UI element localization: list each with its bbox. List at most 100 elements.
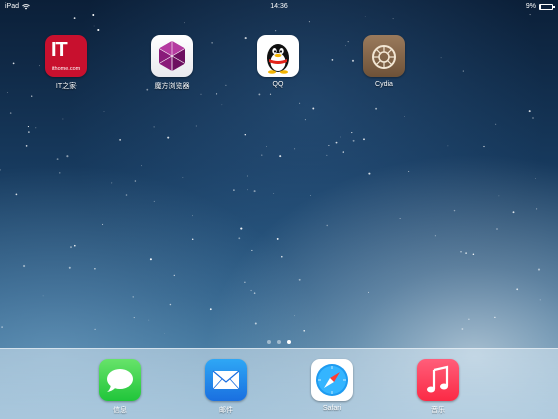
star bbox=[240, 227, 243, 230]
page-dot[interactable] bbox=[267, 340, 271, 344]
safari-icon bbox=[311, 359, 353, 401]
star bbox=[294, 148, 296, 150]
star bbox=[539, 299, 541, 301]
app-label: QQ bbox=[272, 81, 284, 88]
ithome-logo-url: ithome.com bbox=[51, 66, 81, 72]
dock-app-mail[interactable]: 邮件 bbox=[196, 359, 256, 415]
star bbox=[246, 175, 248, 177]
star bbox=[7, 92, 8, 93]
app-qq[interactable]: QQ bbox=[248, 35, 308, 88]
star bbox=[200, 93, 202, 95]
page-dot[interactable] bbox=[287, 340, 291, 344]
ithome-icon: IT ithome.com bbox=[45, 35, 87, 77]
star bbox=[472, 253, 475, 256]
star bbox=[250, 289, 252, 292]
star bbox=[42, 295, 44, 297]
star bbox=[169, 303, 172, 306]
star bbox=[92, 14, 95, 16]
qq-penguin-icon bbox=[257, 35, 299, 77]
star bbox=[125, 194, 128, 196]
star bbox=[70, 246, 72, 249]
messages-icon bbox=[99, 359, 141, 401]
star bbox=[342, 151, 344, 153]
star bbox=[153, 126, 155, 128]
star bbox=[512, 211, 515, 214]
dock-app-messages[interactable]: 信息 bbox=[90, 359, 150, 415]
star bbox=[163, 333, 165, 334]
star bbox=[102, 223, 104, 225]
star bbox=[66, 155, 69, 158]
star bbox=[308, 21, 310, 23]
app-label: 魔方浏览器 bbox=[154, 83, 190, 90]
star bbox=[279, 155, 282, 158]
star bbox=[253, 190, 256, 193]
dock-app-music[interactable]: 音乐 bbox=[408, 359, 468, 415]
star bbox=[408, 171, 410, 172]
star bbox=[303, 329, 306, 332]
ithome-logo-text: IT bbox=[51, 39, 68, 61]
star bbox=[148, 319, 150, 321]
star bbox=[404, 116, 405, 117]
status-bar: iPad 14:36 9% bbox=[0, 0, 558, 14]
star bbox=[532, 117, 534, 119]
star bbox=[73, 17, 76, 19]
app-cydia[interactable]: Cydia bbox=[354, 35, 414, 88]
star bbox=[440, 57, 442, 59]
star bbox=[233, 189, 235, 191]
app-ithome[interactable]: IT ithome.com IT之家 bbox=[36, 35, 96, 91]
app-label: Safari bbox=[322, 405, 342, 412]
star bbox=[119, 139, 121, 141]
star bbox=[294, 315, 296, 317]
app-label: 音乐 bbox=[431, 407, 445, 414]
dock-app-safari[interactable]: Safari bbox=[302, 359, 362, 412]
page-dot[interactable] bbox=[277, 340, 281, 344]
cydia-icon bbox=[363, 35, 405, 77]
star bbox=[363, 138, 365, 141]
star bbox=[340, 136, 341, 138]
star bbox=[447, 145, 449, 147]
star bbox=[261, 154, 263, 156]
star bbox=[364, 16, 366, 17]
star bbox=[173, 274, 175, 277]
star bbox=[269, 93, 272, 95]
star bbox=[312, 107, 315, 110]
clock: 14:36 bbox=[270, 3, 288, 10]
star bbox=[254, 322, 257, 325]
star bbox=[483, 145, 485, 148]
dock: 信息 邮件 Safari 音乐 bbox=[0, 348, 558, 419]
app-label: 邮件 bbox=[219, 407, 233, 414]
star bbox=[462, 70, 464, 72]
star bbox=[56, 158, 59, 161]
star bbox=[133, 317, 135, 319]
battery-fill bbox=[540, 5, 542, 9]
star bbox=[496, 228, 498, 230]
status-right: 9% bbox=[526, 0, 555, 14]
star bbox=[368, 172, 371, 175]
star bbox=[31, 95, 33, 97]
star bbox=[35, 127, 37, 129]
star bbox=[182, 176, 184, 178]
page-indicator[interactable] bbox=[0, 340, 558, 344]
star bbox=[529, 14, 531, 16]
app-magic-cube-browser[interactable]: 魔方浏览器 bbox=[142, 35, 202, 91]
star bbox=[251, 249, 253, 251]
star bbox=[209, 308, 212, 311]
star bbox=[1, 326, 3, 328]
star bbox=[12, 62, 15, 65]
star bbox=[15, 193, 18, 196]
star bbox=[253, 292, 256, 294]
star bbox=[97, 28, 100, 32]
star bbox=[273, 193, 275, 194]
star bbox=[244, 37, 247, 40]
star bbox=[465, 252, 467, 254]
star bbox=[494, 316, 496, 319]
star bbox=[535, 178, 536, 179]
star bbox=[132, 296, 134, 298]
star bbox=[392, 18, 394, 20]
star bbox=[304, 119, 306, 121]
star bbox=[495, 123, 497, 125]
star bbox=[266, 146, 268, 148]
star bbox=[27, 126, 29, 128]
star bbox=[281, 255, 283, 258]
star bbox=[94, 267, 96, 270]
